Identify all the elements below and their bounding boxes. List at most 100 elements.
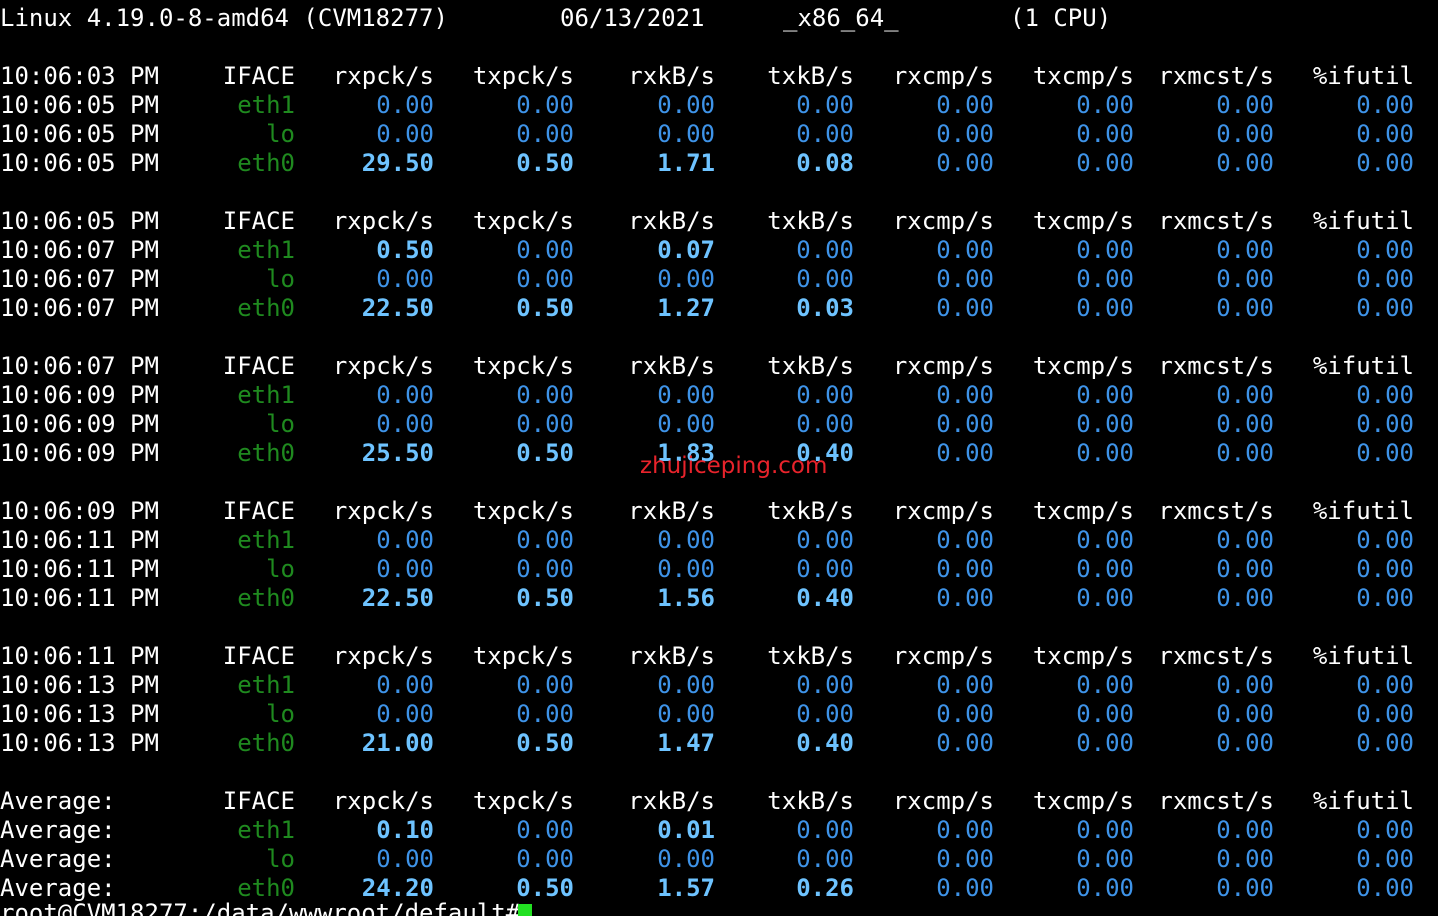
metric-value: 0.00 bbox=[936, 149, 994, 177]
metric-value: 0.00 bbox=[796, 816, 854, 844]
metric-value: 0.50 bbox=[516, 729, 574, 757]
metric-value: 0.00 bbox=[1356, 265, 1414, 293]
metric-value: 0.00 bbox=[936, 120, 994, 148]
column-header: txcmp/s bbox=[1032, 642, 1134, 670]
stats-header-row: Average: IFACE rxpck/s txpck/s rxkB/s txkB/s r… bbox=[0, 787, 1438, 816]
metric-value: 0.00 bbox=[796, 381, 854, 409]
row-timestamp: 10:06:05 PM bbox=[0, 91, 159, 119]
metric-value: 0.00 bbox=[796, 120, 854, 148]
stats-data-row: 10:06:09 PM eth1 0.00 0.00 0.00 0.00 0.00 0.00 0… bbox=[0, 381, 1438, 410]
metric-value: 0.00 bbox=[1216, 265, 1274, 293]
column-header: %ifutil bbox=[1312, 787, 1414, 815]
metric-value: 0.00 bbox=[1216, 816, 1274, 844]
metric-value: 0.00 bbox=[657, 845, 715, 873]
metric-value: 0.50 bbox=[516, 294, 574, 322]
metric-value: 21.00 bbox=[361, 729, 434, 757]
metric-value: 0.00 bbox=[516, 381, 574, 409]
metric-value: 0.00 bbox=[936, 671, 994, 699]
column-header: rxmcst/s bbox=[1158, 352, 1274, 380]
interface-name: lo bbox=[266, 700, 295, 728]
metric-value: 0.00 bbox=[1216, 584, 1274, 612]
metric-value: 1.47 bbox=[657, 729, 715, 757]
metric-value: 1.27 bbox=[657, 294, 715, 322]
column-header: txpck/s bbox=[472, 497, 574, 525]
metric-value: 0.00 bbox=[1216, 120, 1274, 148]
metric-value: 0.00 bbox=[796, 265, 854, 293]
column-header-iface: IFACE bbox=[222, 787, 295, 815]
metric-value: 0.00 bbox=[657, 671, 715, 699]
metric-value: 29.50 bbox=[361, 149, 434, 177]
interface-name: eth0 bbox=[237, 149, 295, 177]
metric-value: 0.00 bbox=[796, 410, 854, 438]
row-timestamp: 10:06:11 PM bbox=[0, 584, 159, 612]
column-header-iface: IFACE bbox=[222, 642, 295, 670]
metric-value: 0.00 bbox=[376, 120, 434, 148]
terminal-window[interactable]: Linux 4.19.0-8-amd64 (CVM18277) 06/13/20… bbox=[0, 0, 1438, 916]
metric-value: 22.50 bbox=[361, 294, 434, 322]
stats-header-row: 10:06:11 PM IFACE rxpck/s txpck/s rxkB/s txkB… bbox=[0, 642, 1438, 671]
metric-value: 0.00 bbox=[936, 816, 994, 844]
metric-value: 0.00 bbox=[376, 555, 434, 583]
stats-data-row: 10:06:05 PM eth0 29.50 0.50 1.71 0.08 0.00 0.00… bbox=[0, 149, 1438, 178]
metric-value: 0.00 bbox=[936, 584, 994, 612]
interface-name: eth1 bbox=[237, 381, 295, 409]
interface-name: lo bbox=[266, 555, 295, 583]
metric-value: 0.00 bbox=[657, 381, 715, 409]
column-header: rxkB/s bbox=[628, 352, 715, 380]
metric-value: 0.00 bbox=[516, 265, 574, 293]
column-header: txkB/s bbox=[767, 497, 854, 525]
metric-value: 0.00 bbox=[936, 91, 994, 119]
column-header: %ifutil bbox=[1312, 642, 1414, 670]
metric-value: 0.00 bbox=[796, 91, 854, 119]
metric-value: 0.10 bbox=[376, 816, 434, 844]
interface-name: eth0 bbox=[237, 439, 295, 467]
stats-data-row: 10:06:07 PM eth1 0.50 0.00 0.07 0.00 0.00 0.00 0… bbox=[0, 236, 1438, 265]
stats-data-row: 10:06:11 PM eth0 22.50 0.50 1.56 0.40 0.00 0.00… bbox=[0, 584, 1438, 613]
metric-value: 0.00 bbox=[516, 120, 574, 148]
metric-value: 0.00 bbox=[1076, 410, 1134, 438]
command-prompt-line[interactable]: root@CVM18277:/data/wwwroot/default# bbox=[0, 899, 532, 916]
column-header: %ifutil bbox=[1312, 497, 1414, 525]
metric-value: 0.00 bbox=[1216, 845, 1274, 873]
metric-value: 0.00 bbox=[1076, 729, 1134, 757]
metric-value: 0.07 bbox=[657, 236, 715, 264]
kernel-info: Linux 4.19.0-8-amd64 (CVM18277) bbox=[0, 4, 448, 32]
column-header-iface: IFACE bbox=[222, 207, 295, 235]
metric-value: 0.00 bbox=[1076, 149, 1134, 177]
stats-data-row: 10:06:13 PM eth1 0.00 0.00 0.00 0.00 0.00 0.00 0… bbox=[0, 671, 1438, 700]
interface-name: eth1 bbox=[237, 526, 295, 554]
interface-name: eth0 bbox=[237, 584, 295, 612]
column-header-iface: IFACE bbox=[222, 352, 295, 380]
metric-value: 0.00 bbox=[657, 91, 715, 119]
metric-value: 1.57 bbox=[657, 874, 715, 902]
column-header: rxmcst/s bbox=[1158, 207, 1274, 235]
metric-value: 0.00 bbox=[516, 816, 574, 844]
metric-value: 0.00 bbox=[516, 700, 574, 728]
row-timestamp: 10:06:13 PM bbox=[0, 671, 159, 699]
column-header: rxmcst/s bbox=[1158, 497, 1274, 525]
column-header: rxcmp/s bbox=[892, 642, 994, 670]
metric-value: 0.00 bbox=[1216, 410, 1274, 438]
metric-value: 0.00 bbox=[1356, 700, 1414, 728]
column-header: %ifutil bbox=[1312, 207, 1414, 235]
row-timestamp: 10:06:09 PM bbox=[0, 381, 159, 409]
metric-value: 0.00 bbox=[1356, 845, 1414, 873]
column-header: txpck/s bbox=[472, 62, 574, 90]
column-header: rxkB/s bbox=[628, 497, 715, 525]
metric-value: 0.00 bbox=[936, 845, 994, 873]
column-header: rxmcst/s bbox=[1158, 642, 1274, 670]
metric-value: 1.71 bbox=[657, 149, 715, 177]
metric-value: 0.00 bbox=[516, 410, 574, 438]
metric-value: 0.00 bbox=[376, 265, 434, 293]
metric-value: 0.00 bbox=[1356, 671, 1414, 699]
metric-value: 0.00 bbox=[1216, 91, 1274, 119]
column-header: txpck/s bbox=[472, 787, 574, 815]
metric-value: 0.00 bbox=[1076, 91, 1134, 119]
interface-name: lo bbox=[266, 265, 295, 293]
metric-value: 0.00 bbox=[796, 845, 854, 873]
system-info-line: Linux 4.19.0-8-amd64 (CVM18277) 06/13/20… bbox=[0, 4, 1438, 33]
header-timestamp: 10:06:07 PM bbox=[0, 352, 159, 380]
metric-value: 0.00 bbox=[1356, 816, 1414, 844]
column-header: rxpck/s bbox=[332, 207, 434, 235]
metric-value: 0.00 bbox=[516, 526, 574, 554]
